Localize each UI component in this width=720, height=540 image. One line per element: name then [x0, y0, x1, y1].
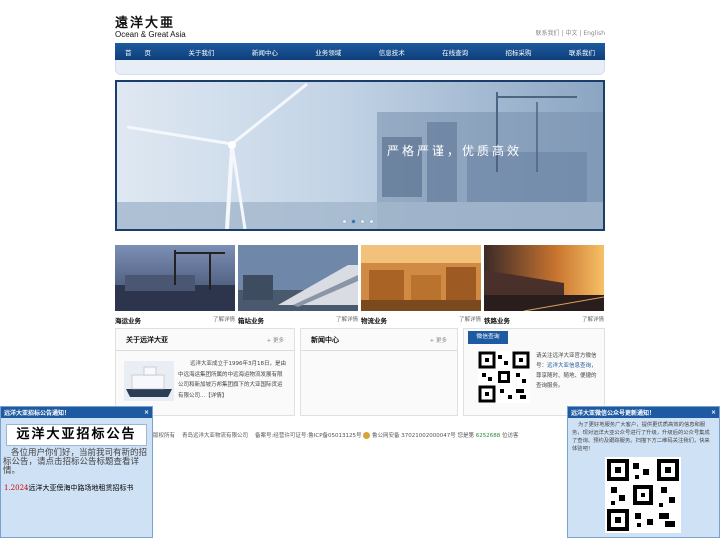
- nav-news[interactable]: 新闻中心: [252, 47, 278, 57]
- about-text: 远洋大亚成立于1996年3月18日，是由中远海运集团所属的中远海运物流发展有限公…: [178, 361, 286, 399]
- lang-english-link[interactable]: English: [583, 30, 605, 37]
- business-card-shipping[interactable]: 海运业务 了解详情: [115, 245, 235, 325]
- news-header: 新闻中心 + 更多: [301, 329, 457, 351]
- railway-image: [484, 245, 605, 312]
- nav-about[interactable]: 关于我们: [188, 47, 214, 57]
- wechat-panel: 微信查询 请关注远洋大亚官方微信号：远洋大亚信息查询，尊享随时、随地、便捷的查询…: [463, 328, 605, 416]
- slide-dot[interactable]: [369, 219, 374, 224]
- footer-company: 青岛远洋大亚物流有限公司: [182, 433, 249, 439]
- footer-police[interactable]: 鲁公网安备 37021002000047号 您是第: [372, 433, 474, 439]
- tender-popup-title: 远洋大亚招标公告通知！: [4, 410, 71, 417]
- biz-more-link[interactable]: 了解详情: [213, 315, 235, 325]
- visitor-count: 6252688: [475, 433, 501, 439]
- separator: |: [579, 30, 582, 37]
- biz-title: 物流业务: [361, 317, 387, 325]
- wechat-qr-icon: [478, 351, 530, 403]
- tender-popup: 远洋大亚招标公告通知！ × 远洋大亚招标公告 各位用户你们好，当前我司有新的招标…: [0, 406, 153, 538]
- about-title: 关于远洋大亚: [126, 335, 168, 344]
- slide-indicator: [342, 219, 374, 224]
- news-more-link[interactable]: + 更多: [430, 336, 447, 344]
- footer-visitor: 位访客: [502, 433, 519, 439]
- tender-notice-link[interactable]: 1.2024远洋大亚傍海中路场地租赁招标书: [4, 483, 149, 493]
- banner-illustration: [117, 82, 603, 229]
- nav-home[interactable]: 首 页: [125, 47, 151, 57]
- hero-banner: 严格严谨，优质高效: [115, 80, 605, 231]
- logistics-image: [361, 245, 481, 311]
- biz-more-link[interactable]: 了解详情: [336, 315, 358, 325]
- site-footer: 版权所有 青岛远洋大亚物流有限公司 备案号:经营许可证号:鲁ICP备050131…: [153, 431, 567, 439]
- about-header: 关于远洋大亚 + 更多: [116, 329, 294, 351]
- close-icon[interactable]: ×: [144, 409, 149, 416]
- separator: |: [561, 30, 564, 37]
- sub-nav-bar: [115, 60, 605, 75]
- news-panel: 新闻中心 + 更多: [300, 328, 458, 416]
- wechat-update-popup: 远洋大亚微信公众号更新通知！ × 为了更好地服务广大客户，提供更优质高效的信息和…: [567, 406, 720, 538]
- wechat-account-link[interactable]: 远洋大亚信息查询: [547, 363, 591, 369]
- close-icon[interactable]: ×: [711, 409, 716, 416]
- banner-slogan: 严格严谨，优质高效: [387, 144, 523, 158]
- nav-tender[interactable]: 招标采购: [506, 47, 532, 57]
- biz-title: 箱站业务: [238, 317, 264, 325]
- footer-copyright: 版权所有: [153, 433, 176, 439]
- business-card-logistics[interactable]: 物流业务 了解详情: [361, 245, 481, 325]
- tender-link-text: 远洋大亚傍海中路场地租赁招标书: [28, 484, 134, 492]
- ship-thumbnail: [124, 361, 174, 401]
- tender-link-number: 1.2024: [4, 484, 29, 492]
- about-more-link[interactable]: + 更多: [267, 336, 284, 344]
- slide-dot-active[interactable]: [351, 219, 356, 224]
- wechat-text: 请关注远洋大亚官方微信号：远洋大亚信息查询，尊享随时、随地、便捷的查询服务。: [536, 351, 598, 391]
- nav-it[interactable]: 信息技术: [379, 47, 405, 57]
- wechat-popup-title: 远洋大亚微信公众号更新通知！: [571, 410, 656, 417]
- biz-more-link[interactable]: 了解详情: [582, 315, 604, 325]
- top-links: 联系我们 | 中文 | English: [536, 28, 605, 37]
- logo-chinese: 遠洋大亜: [115, 16, 176, 31]
- wechat-popup-header: 远洋大亚微信公众号更新通知！ ×: [568, 407, 719, 418]
- lang-chinese-link[interactable]: 中文: [565, 30, 577, 37]
- wechat-update-message: 为了更好地服务广大客户，提供更优质高效的信息和服务，现对远洋大亚公众号进行了升级…: [572, 422, 710, 452]
- main-nav: 首 页 关于我们 新闻中心 业务领域 信息技术 在线查询 招标采购 联系我们: [115, 43, 605, 60]
- tender-popup-header: 远洋大亚招标公告通知！ ×: [1, 407, 152, 418]
- nav-contact[interactable]: 联系我们: [569, 47, 595, 57]
- shipping-image: [115, 245, 235, 311]
- police-badge-icon: [363, 432, 371, 439]
- biz-title: 海运业务: [115, 317, 141, 325]
- wechat-tab[interactable]: 微信查询: [468, 331, 508, 344]
- business-card-container[interactable]: 箱站业务 了解详情: [238, 245, 358, 325]
- news-title: 新闻中心: [311, 335, 339, 344]
- nav-business[interactable]: 业务领域: [315, 47, 341, 57]
- slide-dot[interactable]: [360, 219, 365, 224]
- container-image: [238, 245, 358, 311]
- logo-english: Ocean & Great Asia: [115, 30, 186, 39]
- tender-banner-title: 远洋大亚招标公告: [6, 424, 147, 446]
- tender-message: 各位用户你们好，当前我司有新的招标公告，请点击招标公告标题查看详情。: [3, 448, 148, 476]
- biz-title: 铁路业务: [484, 317, 510, 325]
- slide-dot[interactable]: [342, 219, 347, 224]
- footer-icp[interactable]: 备案号:经营许可证号:鲁ICP备05013125号: [255, 433, 361, 439]
- about-panel: 关于远洋大亚 + 更多 远洋大亚成立于1996年3月18日，是由中远海运集团所属…: [115, 328, 295, 416]
- biz-more-link[interactable]: 了解详情: [459, 315, 481, 325]
- nav-query[interactable]: 在线查询: [442, 47, 468, 57]
- contact-link[interactable]: 联系我们: [536, 30, 560, 37]
- business-card-railway[interactable]: 铁路业务 了解详情: [484, 245, 605, 325]
- site-logo[interactable]: 遠洋大亜 Ocean & Great Asia: [115, 12, 186, 39]
- wechat-qr-code-icon: [605, 457, 681, 533]
